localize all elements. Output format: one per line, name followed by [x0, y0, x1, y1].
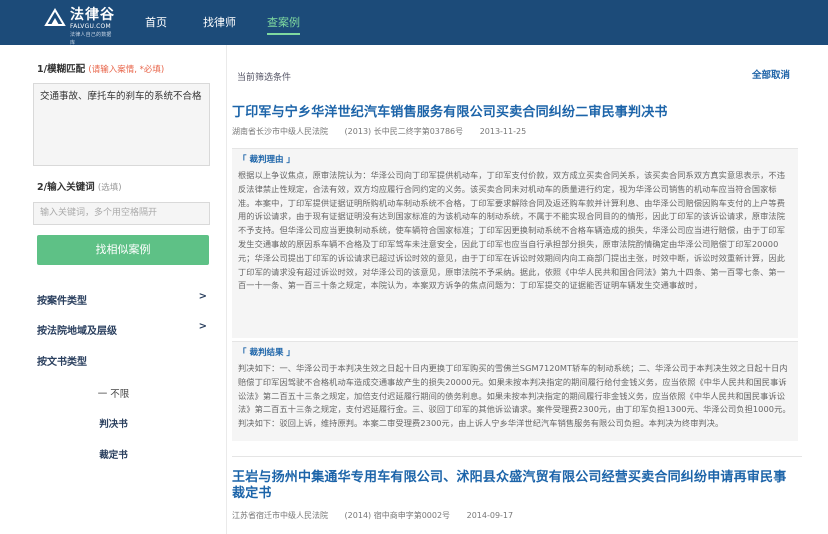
filter-document-type[interactable]: 按文书类型 — [37, 353, 209, 368]
judgment-reason-panel: 「 裁判理由 」 根据以上争议焦点，原审法院认为：华泽公司向丁印军提供机动车，丁… — [232, 148, 798, 338]
doc-type-option-any[interactable]: 一 不限 — [0, 386, 227, 400]
fuzzy-match-label: 1/模糊匹配 (请输入案情, *必填) — [37, 61, 164, 75]
brand-logo[interactable]: 法律谷 FALVGU.COM 法律人自己的数据库 — [44, 7, 116, 46]
case-date: 2014-09-17 — [466, 511, 514, 520]
clear-all-filters-link[interactable]: 全部取消 — [752, 67, 790, 81]
filter-case-type[interactable]: 按案件类型 > — [37, 291, 209, 307]
nav-home[interactable]: 首页 — [145, 0, 167, 45]
chevron-right-icon: > — [198, 321, 207, 332]
brand-name: 法律谷 — [70, 7, 115, 23]
find-similar-cases-button[interactable]: 找相似案例 — [37, 235, 209, 265]
keyword-label: 2/输入关键词 (选填) — [37, 179, 122, 193]
judgment-result-panel: 「 裁判结果 」 判决如下：一、华泽公司于本判决生效之日起十日内更换丁印军购买的… — [232, 341, 798, 441]
keyword-hint: (选填) — [97, 183, 122, 193]
chevron-right-icon: > — [198, 291, 207, 302]
nav-active-underline — [267, 33, 300, 35]
results-panel: 当前筛选条件 全部取消 丁印军与宁乡华洋世纪汽车销售服务有限公司买卖合同纠纷二审… — [228, 45, 828, 534]
result-divider — [232, 456, 802, 457]
doc-type-option-judgment[interactable]: 判决书 — [0, 416, 227, 430]
current-filters-heading: 当前筛选条件 — [237, 73, 292, 83]
case-number: (2013) 长中民二终字第03786号 — [344, 127, 464, 136]
fuzzy-match-label-text: 1/模糊匹配 — [37, 64, 86, 75]
doc-type-option-ruling[interactable]: 裁定书 — [0, 447, 227, 461]
logo-mark-icon — [44, 7, 66, 29]
judgment-reason-text: 根据以上争议焦点，原审法院认为：华泽公司向丁印军提供机动车，丁印军支付价款，双方… — [238, 170, 785, 291]
judgment-result-text: 判决如下：一、华泽公司于本判决生效之日起十日内更换丁印军购买的雪佛兰SGM712… — [238, 363, 791, 429]
nav-search-cases-label: 查案例 — [267, 16, 300, 29]
case-court: 湖南省长沙市中级人民法院 — [232, 127, 328, 136]
judgment-reason-heading: 「 裁判理由 」 — [238, 155, 295, 165]
case-title-link[interactable]: 丁印军与宁乡华洋世纪汽车销售服务有限公司买卖合同纠纷二审民事判决书 — [232, 105, 802, 121]
keyword-label-text: 2/输入关键词 — [37, 182, 95, 193]
case-court: 江苏省宿迁市中级人民法院 — [232, 511, 328, 520]
fuzzy-match-hint: (请输入案情, *必填) — [88, 65, 165, 75]
filter-court-region-label: 按法院地域及层级 — [37, 326, 117, 337]
nav-search-cases[interactable]: 查案例 — [267, 0, 300, 45]
case-meta: 江苏省宿迁市中级人民法院 (2014) 宿中商申字第0002号 2014-09-… — [232, 510, 527, 521]
judgment-result-heading: 「 裁判结果 」 — [238, 348, 295, 358]
search-sidebar: 1/模糊匹配 (请输入案情, *必填) 交通事故、摩托车的刹车的系统不合格 2/… — [0, 45, 227, 534]
top-navigation-bar: 法律谷 FALVGU.COM 法律人自己的数据库 首页 找律师 查案例 — [0, 0, 828, 46]
keyword-input[interactable]: 输入关键词，多个用空格隔开 — [33, 202, 210, 225]
nav-find-lawyer[interactable]: 找律师 — [203, 0, 236, 45]
case-date: 2013-11-25 — [479, 127, 527, 136]
case-number: (2014) 宿中商申字第0002号 — [344, 511, 451, 520]
case-meta: 湖南省长沙市中级人民法院 (2013) 长中民二终字第03786号 2013-1… — [232, 126, 540, 137]
filter-court-region[interactable]: 按法院地域及层级 > — [37, 321, 209, 337]
case-title-link[interactable]: 王岩与扬州中集通华专用车有限公司、沭阳县众盛汽贸有限公司经营买卖合同纠纷申请再审… — [232, 470, 792, 502]
brand-domain: FALVGU.COM — [70, 23, 111, 30]
filter-document-type-label: 按文书类型 — [37, 357, 87, 368]
case-description-textarea[interactable]: 交通事故、摩托车的刹车的系统不合格 — [33, 83, 210, 166]
filter-case-type-label: 按案件类型 — [37, 296, 87, 307]
